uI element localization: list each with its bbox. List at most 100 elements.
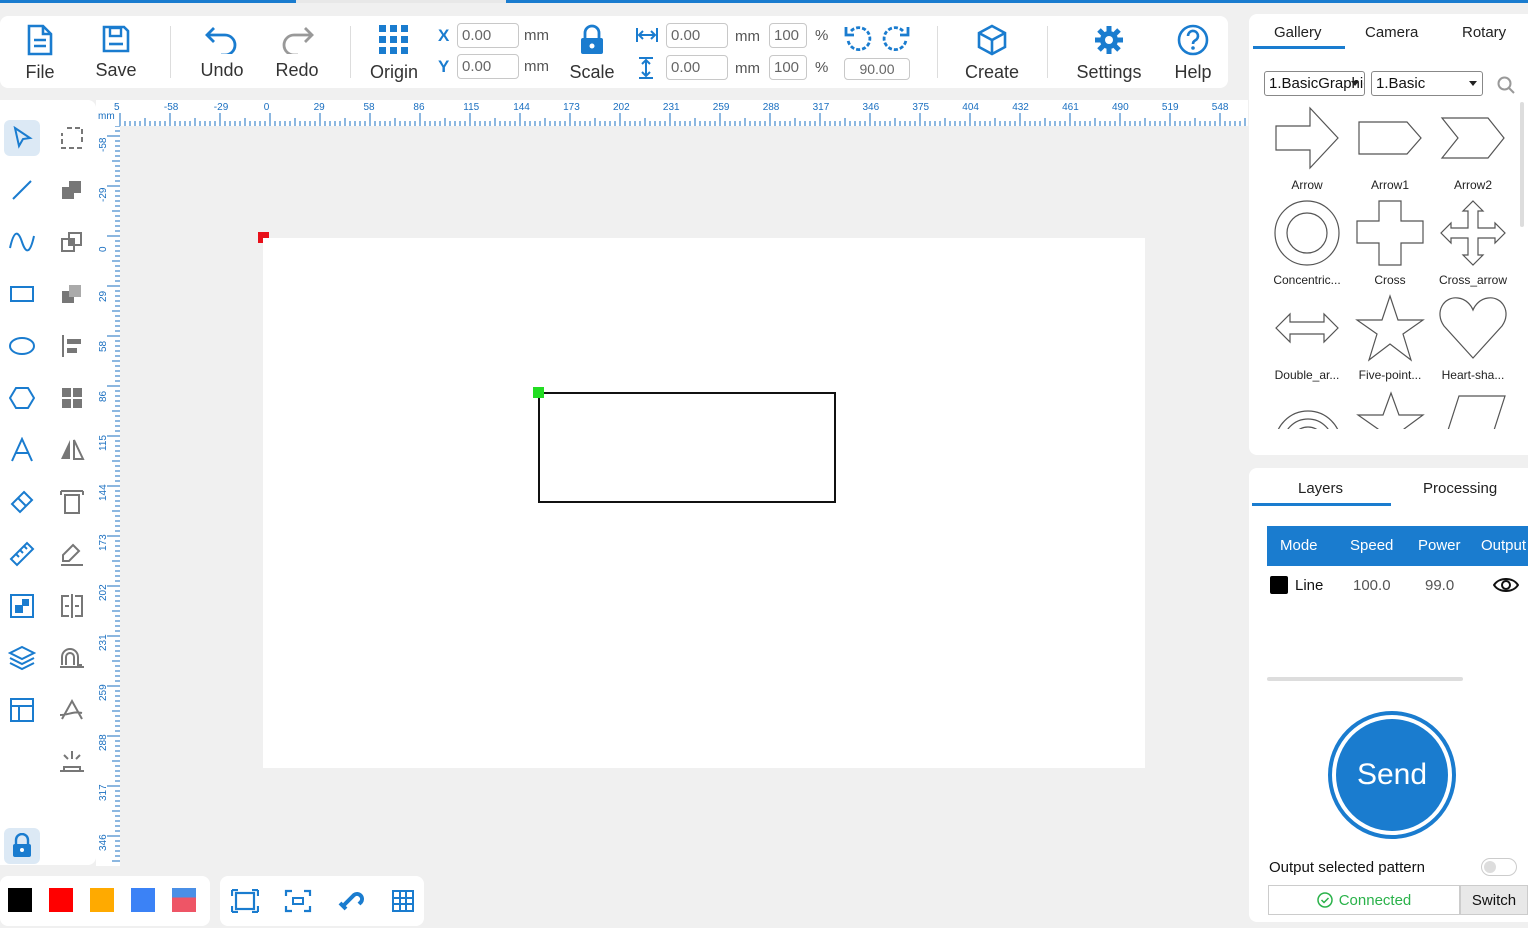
path-tool[interactable]	[54, 692, 90, 728]
color-swatch-black[interactable]	[8, 888, 32, 912]
eye-icon[interactable]	[1493, 576, 1519, 594]
redo-button[interactable]: Redo	[272, 16, 322, 88]
tab-rotary[interactable]: Rotary	[1462, 24, 1506, 41]
split-tool[interactable]	[54, 588, 90, 624]
curve-icon	[9, 232, 35, 252]
layout-tool[interactable]	[4, 692, 40, 728]
color-swatch-blue[interactable]	[131, 888, 155, 912]
color-swatch-red[interactable]	[49, 888, 73, 912]
rotation-input[interactable]	[844, 58, 910, 80]
text-tool[interactable]	[4, 432, 40, 468]
selection-handle[interactable]	[533, 387, 544, 398]
shape-arrow[interactable]: Arrow	[1266, 104, 1348, 198]
intersect-tool[interactable]	[54, 224, 90, 260]
fit-selection-button[interactable]	[283, 887, 313, 915]
laser-tool[interactable]	[54, 744, 90, 780]
switch-button[interactable]: Switch	[1460, 885, 1528, 915]
shape-arrow2[interactable]: Arrow2	[1432, 104, 1514, 198]
ellipse-tool[interactable]	[4, 328, 40, 364]
main-toolbar: File Save Undo Redo Origin X mm Y mm Sca…	[0, 16, 1228, 88]
tab-gallery[interactable]: Gallery	[1274, 24, 1322, 41]
offset-icon	[60, 648, 84, 668]
polygon-tool[interactable]	[4, 380, 40, 416]
x-input[interactable]	[457, 23, 519, 48]
help-button[interactable]: Help	[1170, 16, 1216, 88]
grid-toggle-button[interactable]	[388, 887, 418, 915]
rotate-cw-icon[interactable]	[881, 24, 911, 54]
eraser-tool[interactable]	[4, 484, 40, 520]
table-row[interactable]: Line 100.0 99.0	[1267, 566, 1528, 606]
redo-label: Redo	[275, 60, 319, 80]
mirror-icon	[61, 439, 85, 460]
color-swatch-orange[interactable]	[90, 888, 114, 912]
tab-layers[interactable]: Layers	[1298, 480, 1343, 497]
shape-cross-arrow[interactable]: Cross_arrow	[1432, 199, 1514, 293]
shape-cross[interactable]: Cross	[1349, 199, 1431, 293]
file-button[interactable]: File	[18, 16, 62, 88]
color-swatch-multi[interactable]	[172, 888, 196, 912]
line-tool[interactable]	[4, 172, 40, 208]
tab-camera[interactable]: Camera	[1365, 24, 1418, 41]
category-select[interactable]: 1.BasicGraphics	[1264, 71, 1365, 96]
tab-processing[interactable]: Processing	[1423, 480, 1497, 497]
layer-scrollbar[interactable]	[1267, 677, 1463, 681]
width-percent-input[interactable]	[769, 23, 807, 48]
lock-canvas-tool[interactable]	[4, 828, 40, 864]
rectangle-icon	[10, 286, 34, 302]
height-percent-input[interactable]	[769, 55, 807, 80]
scale-lock-button[interactable]: Scale	[566, 16, 618, 88]
width-input[interactable]	[666, 23, 728, 48]
rotate-ccw-icon[interactable]	[843, 24, 873, 54]
send-button[interactable]: Send	[1328, 711, 1456, 839]
array-tool[interactable]	[4, 588, 40, 624]
y-input[interactable]	[457, 54, 519, 79]
sign-tool[interactable]	[54, 536, 90, 572]
origin-button[interactable]: Origin	[366, 16, 422, 88]
ellipse-icon	[9, 337, 35, 355]
shape-heart[interactable]: Heart-sha...	[1432, 294, 1514, 388]
rectangle-tool[interactable]	[4, 276, 40, 312]
settings-button[interactable]: Settings	[1072, 16, 1146, 88]
h-ruler-label: -29	[213, 102, 229, 113]
shape-concentric[interactable]: Concentric...	[1266, 199, 1348, 293]
layer-color[interactable]	[1270, 576, 1288, 594]
v-ruler-label: 317	[98, 784, 109, 801]
height-input[interactable]	[666, 55, 728, 80]
offset-tool[interactable]	[54, 640, 90, 676]
measure-tool[interactable]	[4, 536, 40, 572]
work-canvas[interactable]	[263, 238, 1145, 768]
output-selected-toggle[interactable]	[1481, 858, 1517, 876]
subtract-tool[interactable]	[54, 276, 90, 312]
union-tool[interactable]	[54, 172, 90, 208]
shape-arrow1[interactable]: Arrow1	[1349, 104, 1431, 198]
save-button[interactable]: Save	[90, 16, 142, 88]
group-tool[interactable]	[54, 380, 90, 416]
curve-tool[interactable]	[4, 224, 40, 260]
layer-power[interactable]: 99.0	[1425, 577, 1454, 594]
shape-five-point-star[interactable]: Five-point...	[1349, 294, 1431, 388]
fit-canvas-button[interactable]	[230, 887, 260, 915]
layers-tool[interactable]	[4, 640, 40, 676]
size-tool[interactable]	[54, 484, 90, 520]
node-edit-tool[interactable]	[54, 120, 90, 156]
subcategory-select[interactable]: 1.Basic	[1371, 71, 1483, 96]
h-ruler-label: 548	[1211, 102, 1229, 113]
rectangle-object[interactable]	[538, 392, 836, 503]
search-icon[interactable]	[1497, 76, 1515, 94]
mirror-tool[interactable]	[54, 432, 90, 468]
align-tool[interactable]	[54, 328, 90, 364]
rainbow-shape-icon	[1278, 410, 1338, 429]
snap-button[interactable]	[335, 887, 365, 915]
undo-button[interactable]: Undo	[196, 16, 248, 88]
gallery-scrollbar[interactable]	[1520, 102, 1524, 227]
select-tool[interactable]	[4, 120, 40, 156]
h-ruler-label: 461	[1062, 102, 1079, 113]
shape-double-arrow[interactable]: Double_ar...	[1266, 294, 1348, 388]
layer-mode[interactable]: Line	[1295, 577, 1323, 594]
split-icon	[61, 594, 83, 618]
vertical-ruler: -58 -29 0 29 58 86 115 144 173 202 231 259 288 317 346	[96, 126, 120, 866]
align-left-icon	[62, 335, 81, 357]
layer-speed[interactable]: 100.0	[1353, 577, 1391, 594]
h-ruler-label: 202	[613, 102, 630, 113]
create-button[interactable]: Create	[958, 16, 1026, 88]
